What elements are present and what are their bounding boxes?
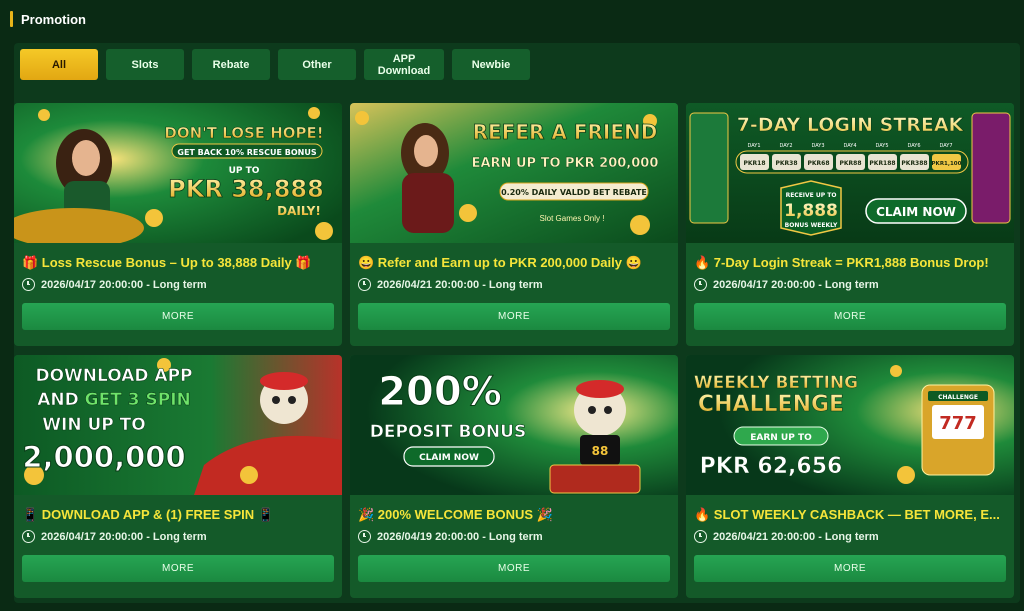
streak-day-amount: PKR388 (901, 160, 927, 167)
banner-amount: PKR 62,656 (700, 454, 843, 479)
promo-date: 2026/04/17 20:00:00 - Long term (694, 278, 879, 291)
promo-date: 2026/04/17 20:00:00 - Long term (22, 530, 207, 543)
page-title: Promotion (21, 11, 86, 27)
banner-headline: 200% (378, 369, 502, 415)
banner-subline: GET BACK 10% RESCUE BONUS (177, 148, 316, 157)
streak-day-amount: PKR88 (839, 160, 861, 167)
clock-icon (358, 278, 371, 291)
banner-headline: WEEKLY BETTING (694, 373, 858, 393)
banner-claim-now: CLAIM NOW (876, 205, 956, 219)
banner-daily: DAILY! (277, 204, 321, 218)
slot-reels: 777 (939, 413, 977, 434)
tab-other[interactable]: Other (278, 49, 356, 80)
promo-card-download-app[interactable]: DOWNLOAD APP AND GET 3 SPIN WIN UP TO 2,… (14, 355, 342, 598)
clock-icon (694, 278, 707, 291)
streak-day-amount: PKR38 (775, 160, 797, 167)
clock-icon (694, 530, 707, 543)
promo-banner-loss-rescue[interactable]: DON'T LOSE HOPE! GET BACK 10% RESCUE BON… (14, 103, 342, 243)
page-header: Promotion (10, 8, 86, 30)
banner-earn: EARN UP TO PKR 200,000 (472, 156, 659, 171)
promo-card-welcome-bonus[interactable]: 88 200% DEPOSIT BONUS CLAIM NOW 🎉 200% W… (350, 355, 678, 598)
banner-spin-line: AND GET 3 SPIN (37, 390, 191, 410)
promo-card-loss-rescue[interactable]: DON'T LOSE HOPE! GET BACK 10% RESCUE BON… (14, 103, 342, 346)
promo-title: 🔥 7-Day Login Streak = PKR1,888 Bonus Dr… (694, 255, 989, 270)
promo-title: 😀 Refer and Earn up to PKR 200,000 Daily… (358, 255, 642, 270)
banner-winupto: WIN UP TO (42, 415, 145, 435)
promo-date: 2026/04/21 20:00:00 - Long term (694, 530, 879, 543)
streak-day-label: DAY3 (811, 143, 824, 149)
promo-banner-download-app[interactable]: DOWNLOAD APP AND GET 3 SPIN WIN UP TO 2,… (14, 355, 342, 495)
tab-app-download[interactable]: APP Download (364, 49, 444, 80)
clock-icon (22, 278, 35, 291)
banner-earn: EARN UP TO (750, 433, 812, 443)
streak-day-amount: PKR1,100 (932, 161, 962, 167)
banner-rebate: 0.20% DAILY VALDD BET REBATE (501, 188, 647, 197)
more-button[interactable]: MORE (358, 303, 670, 330)
category-tabs: All Slots Rebate Other APP Download Newb… (20, 49, 530, 80)
banner-weekly: BONUS WEEKLY (785, 222, 838, 229)
promo-title: 🔥 SLOT WEEKLY CASHBACK — BET MORE, E... (694, 507, 1000, 522)
streak-day-label: DAY1 (747, 143, 760, 149)
streak-day-amount: PKR18 (743, 160, 765, 167)
more-button[interactable]: MORE (694, 303, 1006, 330)
banner-headline: 7-DAY LOGIN STREAK (737, 114, 965, 136)
banner-claim-now: CLAIM NOW (419, 453, 479, 463)
promo-card-login-streak[interactable]: 7-DAY LOGIN STREAK DAY1 PKR18 DAY2 PKR38 DAY… (686, 103, 1014, 346)
banner-amount: 1,888 (784, 201, 838, 221)
streak-day-label: DAY5 (875, 143, 888, 149)
promo-date-text: 2026/04/21 20:00:00 - Long term (713, 530, 879, 543)
promo-banner-refer[interactable]: REFER A FRIEND EARN UP TO PKR 200,000 0.… (350, 103, 678, 243)
streak-day-amount: PKR68 (807, 160, 829, 167)
banner-receive: RECEIVE UP TO (786, 192, 837, 199)
banner-headline: REFER A FRIEND (473, 120, 658, 144)
promo-date: 2026/04/19 20:00:00 - Long term (358, 530, 543, 543)
more-button[interactable]: MORE (22, 303, 334, 330)
tab-all[interactable]: All (20, 49, 98, 80)
banner-and: AND (37, 390, 84, 410)
banner-amount: 2,000,000 (22, 440, 185, 474)
promo-date-text: 2026/04/17 20:00:00 - Long term (41, 530, 207, 543)
clock-icon (22, 530, 35, 543)
banner-get-spin: GET 3 SPIN (85, 390, 191, 410)
streak-day-label: DAY2 (779, 143, 792, 149)
banner-deposit: DEPOSIT BONUS (370, 422, 526, 442)
promo-date-text: 2026/04/19 20:00:00 - Long term (377, 530, 543, 543)
banner-headline: DON'T LOSE HOPE! (164, 124, 323, 142)
jersey-number: 88 (592, 444, 609, 458)
more-button[interactable]: MORE (358, 555, 670, 582)
promo-date-text: 2026/04/21 20:00:00 - Long term (377, 278, 543, 291)
clock-icon (358, 530, 371, 543)
banner-amount: PKR 38,888 (168, 175, 324, 203)
promo-banner-weekly-cashback[interactable]: 777 CHALLENGE WEEKLY BETTING CHALLENGE E… (686, 355, 1014, 495)
promo-title: 🎁 Loss Rescue Bonus – Up to 38,888 Daily… (22, 255, 312, 270)
streak-day-label: DAY7 (939, 143, 952, 149)
banner-challenge: CHALLENGE (698, 392, 844, 417)
streak-day-label: DAY6 (907, 143, 920, 149)
promo-date-text: 2026/04/17 20:00:00 - Long term (713, 278, 879, 291)
tab-rebate[interactable]: Rebate (192, 49, 270, 80)
more-button[interactable]: MORE (22, 555, 334, 582)
more-button[interactable]: MORE (694, 555, 1006, 582)
promo-date-text: 2026/04/17 20:00:00 - Long term (41, 278, 207, 291)
banner-note: Slot Games Only ! (540, 214, 605, 223)
promo-date: 2026/04/21 20:00:00 - Long term (358, 278, 543, 291)
promo-banner-welcome-bonus[interactable]: 88 200% DEPOSIT BONUS CLAIM NOW (350, 355, 678, 495)
promo-card-weekly-cashback[interactable]: 777 CHALLENGE WEEKLY BETTING CHALLENGE E… (686, 355, 1014, 598)
slot-label: CHALLENGE (938, 394, 978, 401)
streak-day-amount: PKR188 (869, 160, 895, 167)
tab-slots[interactable]: Slots (106, 49, 184, 80)
promo-title: 🎉 200% WELCOME BONUS 🎉 (358, 507, 553, 522)
promo-card-refer[interactable]: REFER A FRIEND EARN UP TO PKR 200,000 0.… (350, 103, 678, 346)
promo-banner-login-streak[interactable]: 7-DAY LOGIN STREAK DAY1 PKR18 DAY2 PKR38 DAY… (686, 103, 1014, 243)
promo-date: 2026/04/17 20:00:00 - Long term (22, 278, 207, 291)
tab-newbie[interactable]: Newbie (452, 49, 530, 80)
streak-day-label: DAY4 (843, 143, 856, 149)
promo-title: 📱 DOWNLOAD APP & (1) FREE SPIN 📱 (22, 507, 274, 522)
banner-headline: DOWNLOAD APP (35, 366, 192, 386)
header-accent-bar (10, 11, 13, 27)
